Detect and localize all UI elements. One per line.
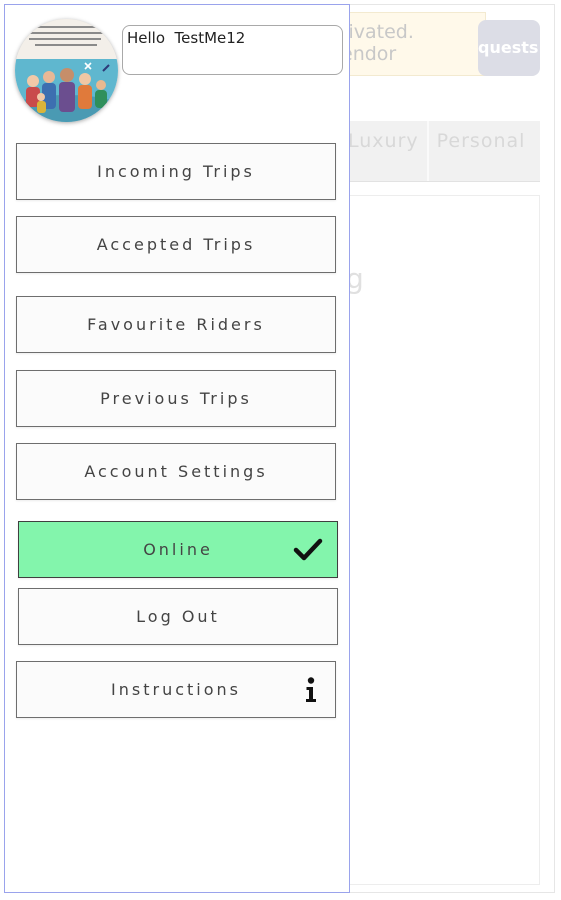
background-notice-line: tivated.: [341, 21, 414, 43]
background-tab-luxury[interactable]: Luxury: [340, 121, 427, 181]
incoming-trips-button[interactable]: Incoming Trips: [16, 143, 336, 200]
favourite-riders-button[interactable]: Favourite Riders: [16, 296, 336, 353]
family-group-avatar[interactable]: [15, 19, 118, 122]
background-requests-button[interactable]: quests: [478, 20, 540, 76]
background-tab-bar: Luxury Personal: [340, 121, 540, 182]
account-settings-button[interactable]: Account Settings: [16, 443, 336, 500]
background-content-panel: [340, 195, 540, 885]
instructions-label: Instructions: [111, 680, 241, 699]
previous-trips-button[interactable]: Previous Trips: [16, 370, 336, 427]
screen: tivated. endor quests Luxury Personal g: [0, 0, 561, 900]
log-out-button[interactable]: Log Out: [18, 588, 338, 645]
online-status-toggle[interactable]: Online: [18, 521, 338, 578]
background-tab-personal[interactable]: Personal: [426, 121, 534, 181]
background-activation-notice: tivated. endor: [338, 12, 486, 76]
greeting-field: Hello TestMe12: [122, 25, 343, 75]
online-label: Online: [143, 540, 213, 559]
instructions-button[interactable]: Instructions: [16, 661, 336, 718]
background-notice-line: endor: [341, 43, 397, 65]
avatar-image: [15, 19, 118, 122]
accepted-trips-button[interactable]: Accepted Trips: [16, 216, 336, 273]
checkmark-icon: [293, 522, 323, 577]
info-icon: [305, 662, 317, 717]
